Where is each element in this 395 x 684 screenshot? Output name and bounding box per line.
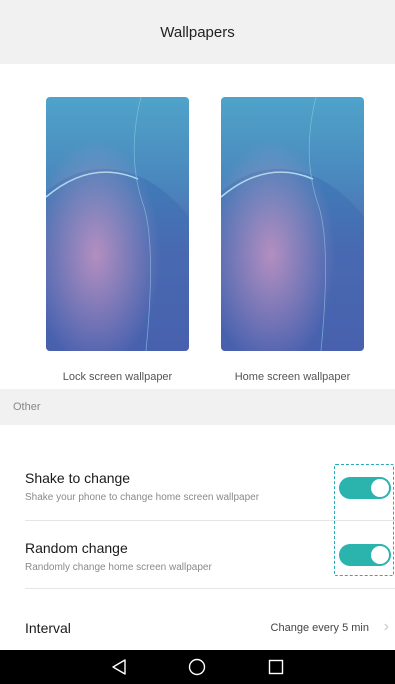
- random-change-description: Randomly change home screen wallpaper: [25, 562, 212, 573]
- interval-label: Interval: [25, 620, 71, 636]
- chevron-right-icon: ›: [383, 618, 389, 635]
- shake-to-change-label: Shake to change: [25, 470, 131, 486]
- back-triangle-icon[interactable]: [107, 655, 131, 679]
- wallpaper-image: [221, 97, 364, 351]
- page-title: Wallpapers: [160, 23, 235, 41]
- interval-row[interactable]: Interval Change every 5 min ›: [0, 610, 395, 640]
- random-change-label: Random change: [25, 540, 128, 556]
- lock-screen-wallpaper-thumbnail[interactable]: [46, 97, 189, 351]
- section-title: Other: [13, 401, 41, 413]
- home-screen-wallpaper-thumbnail[interactable]: [221, 97, 364, 351]
- shake-to-change-description: Shake your phone to change home screen w…: [25, 492, 260, 503]
- home-screen-wallpaper-label: Home screen wallpaper: [234, 371, 351, 383]
- app-header: Wallpapers: [0, 0, 395, 64]
- toggle-highlight-box: [334, 464, 394, 576]
- divider: [25, 588, 395, 589]
- section-header-other: Other: [0, 389, 395, 425]
- recents-square-icon[interactable]: [264, 655, 288, 679]
- wallpaper-image: [46, 97, 189, 351]
- home-circle-icon[interactable]: [185, 655, 209, 679]
- lock-screen-wallpaper-label: Lock screen wallpaper: [62, 371, 173, 383]
- interval-value: Change every 5 min: [270, 622, 369, 634]
- navigation-bar: [0, 650, 395, 684]
